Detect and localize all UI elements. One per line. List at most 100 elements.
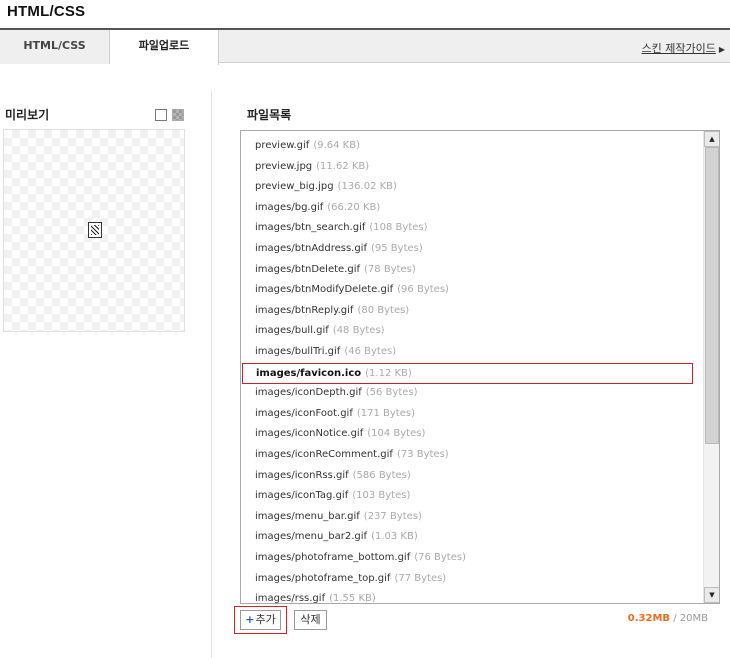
file-list-item[interactable]: images/btnModifyDelete.gif (96 Bytes): [241, 280, 692, 301]
file-list-item[interactable]: preview.jpg (11.62 KB): [241, 157, 692, 178]
gray-background-toggle[interactable]: [172, 109, 184, 121]
file-name: images/iconRss.gif: [255, 469, 349, 481]
file-size: (66.20 KB): [327, 201, 381, 213]
file-name: images/btn_search.gif: [255, 222, 366, 234]
file-list-item[interactable]: images/menu_bar2.gif (1.03 KB): [241, 527, 692, 548]
vertical-scrollbar[interactable]: ▲ ▼: [703, 131, 719, 603]
file-size: (73 Bytes): [396, 449, 449, 460]
file-name: images/menu_bar.gif: [255, 510, 360, 522]
scrollbar-thumb[interactable]: [705, 147, 719, 444]
file-list-item[interactable]: images/iconDepth.gif (56 Bytes): [241, 383, 692, 404]
file-name: images/photoframe_top.gif: [255, 572, 391, 584]
file-list-item[interactable]: images/iconTag.gif (103 Bytes): [241, 486, 692, 507]
file-name: images/bg.gif: [255, 201, 324, 213]
file-name: images/btnModifyDelete.gif: [255, 284, 394, 296]
skin-guide-label: 스킨 제작가이드: [641, 42, 716, 55]
file-name: preview.jpg: [255, 160, 313, 172]
file-size: (48 Bytes): [332, 325, 385, 337]
file-name: preview_big.jpg: [255, 181, 334, 193]
storage-usage: 0.32MB / 20MB: [628, 613, 708, 624]
file-name: images/bullTri.gif: [255, 346, 341, 357]
file-name: images/btnAddress.gif: [255, 243, 367, 254]
preview-title: 미리보기: [5, 108, 50, 122]
file-name: images/iconDepth.gif: [255, 387, 362, 399]
file-size: (103 Bytes): [352, 490, 411, 502]
arrow-right-icon: ▶: [718, 45, 725, 54]
file-list-item[interactable]: images/menu_bar.gif (237 Bytes): [241, 507, 692, 528]
file-size: (1.03 KB): [371, 531, 418, 543]
file-size: (96 Bytes): [397, 284, 449, 296]
file-name: images/iconTag.gif: [255, 490, 349, 502]
tab-html-css[interactable]: HTML/CSS: [0, 30, 110, 64]
file-size: (1.55 KB): [329, 593, 376, 603]
page-title: HTML/CSS: [7, 3, 86, 20]
storage-used: 0.32MB: [627, 613, 671, 624]
file-list-item[interactable]: images/iconRss.gif (586 Bytes): [241, 466, 692, 487]
file-name: images/iconNotice.gif: [255, 428, 364, 440]
file-name: images/bull.gif: [255, 325, 329, 337]
file-size: (1.12 KB): [365, 367, 412, 379]
skin-editor-page: HTML/CSS HTML/CSS 파일업로드 스킨 제작가이드 ▶ 미리보기 파…: [0, 0, 730, 658]
file-list-item[interactable]: images/btnReply.gif (80 Bytes): [241, 301, 692, 322]
file-list-panel: 파일목록 preview.gif (9.64 KB) preview.jpg (11.…: [212, 90, 730, 658]
add-button-highlight: +추가: [234, 606, 287, 634]
file-list-item[interactable]: preview_big.jpg (136.02 KB): [241, 177, 692, 198]
file-list-item[interactable]: images/iconFoot.gif (171 Bytes): [241, 404, 692, 425]
file-list-item[interactable]: images/bull.gif (48 Bytes): [241, 321, 692, 342]
file-size: (95 Bytes): [370, 243, 423, 254]
file-list-item[interactable]: images/iconReComment.gif (73 Bytes): [241, 445, 692, 466]
file-size: (46 Bytes): [344, 346, 397, 357]
favicon-icon: [88, 222, 102, 238]
preview-area: [3, 129, 185, 332]
file-name: images/btnDelete.gif: [255, 263, 361, 275]
file-list-title: 파일목록: [247, 108, 292, 122]
file-list: preview.gif (9.64 KB) preview.jpg (11.62 KB…: [241, 131, 704, 603]
file-name: preview.gif: [255, 140, 310, 151]
delete-file-button[interactable]: 삭제: [294, 610, 327, 630]
tab-bar: HTML/CSS 파일업로드 스킨 제작가이드 ▶: [0, 28, 730, 65]
file-size: (9.64 KB): [313, 140, 360, 151]
file-list-item[interactable]: images/favicon.ico (1.12 KB): [242, 362, 693, 384]
file-size: (77 Bytes): [394, 572, 447, 584]
file-size: (56 Bytes): [365, 387, 418, 399]
tab-file-upload[interactable]: 파일업로드: [110, 30, 219, 65]
file-list-item[interactable]: images/btnDelete.gif (78 Bytes): [241, 260, 692, 281]
file-size: (237 Bytes): [363, 510, 422, 522]
storage-separator: /: [670, 613, 680, 624]
file-size: (76 Bytes): [414, 552, 466, 563]
skin-guide-link[interactable]: 스킨 제작가이드 ▶: [642, 40, 726, 56]
file-name: images/rss.gif: [255, 593, 326, 603]
file-list-item[interactable]: images/btnAddress.gif (95 Bytes): [241, 239, 692, 260]
scroll-down-icon[interactable]: ▼: [704, 587, 719, 603]
file-list-item[interactable]: images/rss.gif (1.55 KB): [241, 589, 692, 603]
file-list-item[interactable]: images/bg.gif (66.20 KB): [241, 198, 692, 219]
file-list-item[interactable]: images/bullTri.gif (46 Bytes): [241, 342, 692, 363]
file-size: (586 Bytes): [352, 469, 411, 481]
file-size: (11.62 KB): [316, 160, 370, 172]
file-size: (104 Bytes): [367, 428, 426, 440]
file-name: images/btnReply.gif: [255, 304, 354, 316]
file-list-item[interactable]: images/photoframe_bottom.gif (76 Bytes): [241, 548, 692, 569]
scroll-up-icon[interactable]: ▲: [704, 131, 719, 147]
file-list-item[interactable]: images/iconNotice.gif (104 Bytes): [241, 424, 692, 445]
file-list-item[interactable]: preview.gif (9.64 KB): [241, 136, 692, 157]
file-size: (78 Bytes): [364, 263, 416, 275]
file-list-item[interactable]: images/btn_search.gif (108 Bytes): [241, 218, 692, 239]
file-size: (136.02 KB): [337, 181, 397, 193]
add-file-button[interactable]: +추가: [240, 610, 281, 630]
file-name: images/menu_bar2.gif: [255, 531, 368, 543]
file-size: (80 Bytes): [357, 304, 410, 316]
white-background-toggle[interactable]: [155, 109, 167, 121]
file-list-box[interactable]: preview.gif (9.64 KB) preview.jpg (11.62 KB…: [240, 130, 720, 604]
add-button-label: 추가: [255, 613, 276, 626]
file-name: images/photoframe_bottom.gif: [255, 552, 411, 563]
file-name: images/favicon.ico: [256, 367, 362, 379]
file-size: (171 Bytes): [356, 407, 415, 419]
file-list-item[interactable]: images/photoframe_top.gif (77 Bytes): [241, 569, 692, 590]
file-size: (108 Bytes): [369, 222, 428, 234]
storage-total: 20MB: [679, 613, 708, 624]
file-name: images/iconReComment.gif: [255, 449, 393, 460]
file-name: images/iconFoot.gif: [255, 407, 353, 419]
plus-icon: +: [245, 613, 255, 626]
preview-panel: 미리보기: [0, 90, 212, 658]
